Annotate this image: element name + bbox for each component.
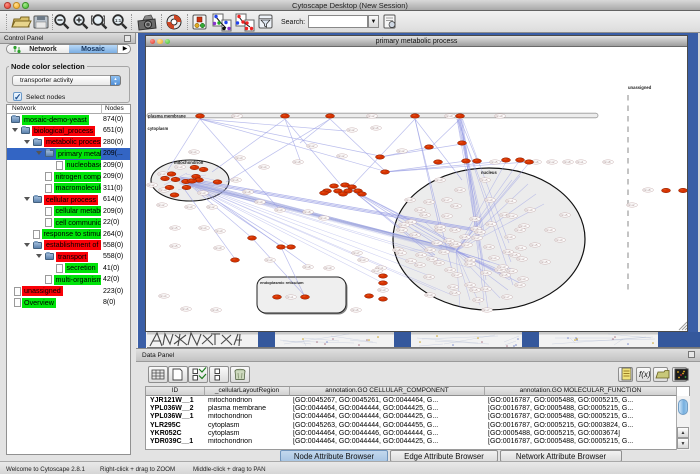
svg-text:f​(x): f​(x): [639, 370, 651, 379]
svg-text:1:1: 1:1: [115, 18, 122, 23]
